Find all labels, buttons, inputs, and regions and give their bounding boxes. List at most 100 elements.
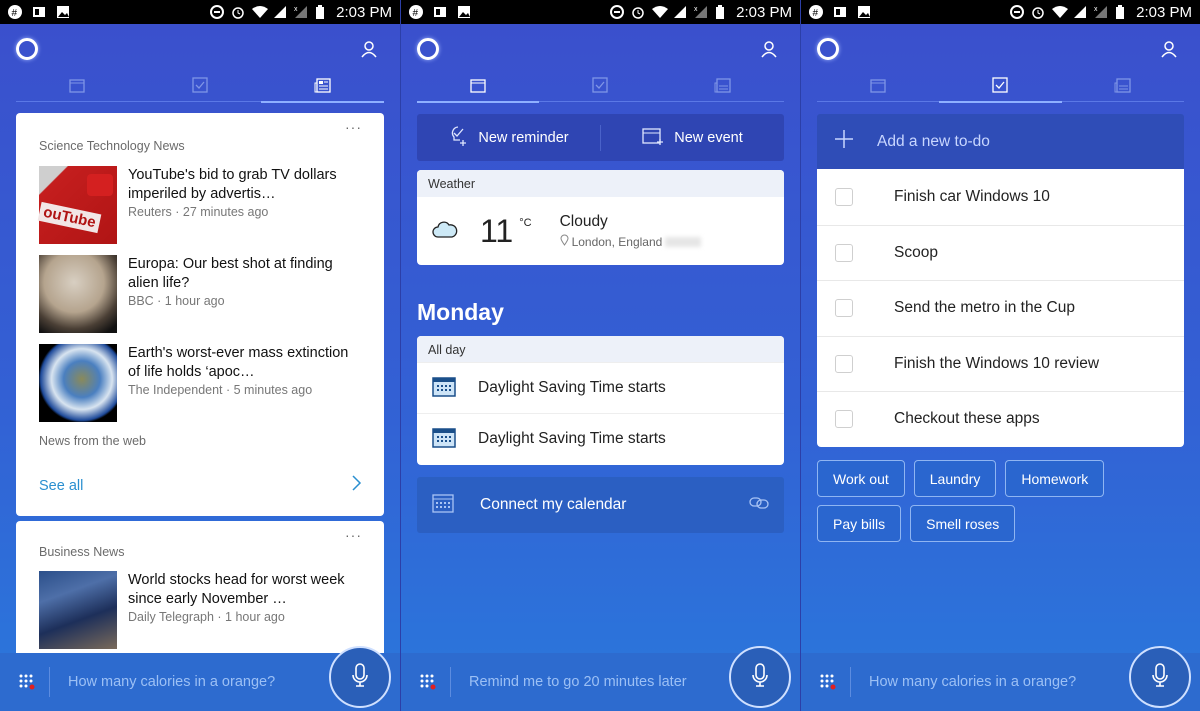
ask-input[interactable]: Remind me to go 20 minutes later (469, 674, 687, 690)
news-item[interactable]: World stocks head for worst week since e… (39, 571, 384, 649)
outlook-icon (433, 5, 447, 19)
mic-button[interactable] (1129, 646, 1191, 708)
tab-todo[interactable] (939, 74, 1062, 103)
no-signal-icon: x (1094, 5, 1108, 19)
calendar-icon (432, 493, 454, 518)
weather-location: London, England (571, 234, 663, 249)
chevron-right-icon[interactable] (352, 475, 362, 496)
add-todo-button[interactable]: Add a new to-do (817, 114, 1184, 169)
tab-news[interactable] (662, 74, 784, 101)
status-bar: # x 2:03 PM (801, 0, 1200, 24)
todo-item[interactable]: Send the metro in the Cup (817, 280, 1184, 336)
calendar-event-icon (432, 375, 456, 402)
news-card-business: ··· Business News World stocks head for … (16, 521, 384, 661)
panel-calendar: # x 2:03 PM New reminder New event Weath… (400, 0, 800, 711)
wifi-icon (1052, 5, 1069, 19)
mic-button[interactable] (329, 646, 391, 708)
suggestion-chip[interactable]: Homework (1005, 460, 1105, 497)
new-reminder-label: New reminder (478, 129, 569, 146)
news-title: Earth's worst-ever mass extinction of li… (128, 345, 349, 380)
see-all-row[interactable]: See all (39, 475, 362, 496)
todo-item[interactable]: Scoop (817, 224, 1184, 281)
dnd-icon (210, 5, 225, 19)
cortana-logo[interactable] (817, 38, 839, 60)
image-icon (56, 5, 70, 19)
all-day-header: All day (417, 336, 784, 362)
profile-icon[interactable] (360, 40, 378, 63)
todo-item[interactable]: Finish the Windows 10 review (817, 335, 1184, 392)
svg-text:x: x (694, 6, 698, 13)
temperature: 11 (480, 212, 514, 249)
tab-news[interactable] (261, 74, 384, 103)
news-meta: The Independent · 5 minutes ago (128, 383, 313, 397)
apps-grid-icon[interactable] (820, 674, 836, 690)
tab-calendar[interactable] (417, 74, 540, 103)
dnd-icon (1010, 5, 1025, 19)
connect-calendar-label: Connect my calendar (480, 496, 627, 513)
new-event-button[interactable]: New event (601, 126, 784, 150)
suggestion-chip[interactable]: Laundry (913, 460, 997, 497)
more-options-button[interactable]: ··· (345, 119, 362, 135)
news-meta: BBC · 1 hour ago (128, 294, 225, 308)
tab-todo[interactable] (139, 74, 262, 101)
status-bar: # x 2:03 PM (0, 0, 400, 24)
news-thumbnail (39, 344, 117, 422)
profile-icon[interactable] (1160, 40, 1178, 63)
tab-todo[interactable] (539, 74, 661, 101)
todo-checkbox[interactable] (835, 187, 853, 206)
alarm-icon (1031, 5, 1045, 19)
cortana-logo[interactable] (16, 38, 38, 60)
news-thumbnail: ouTube (37, 166, 117, 244)
new-reminder-button[interactable]: New reminder (417, 125, 600, 151)
todo-list: Finish car Windows 10 Scoop Send the met… (817, 169, 1184, 447)
see-all-link[interactable]: See all (39, 478, 83, 494)
microphone-icon (752, 662, 768, 692)
event-item[interactable]: Daylight Saving Time starts (417, 413, 784, 464)
todo-checkbox[interactable] (835, 243, 853, 262)
event-item[interactable]: Daylight Saving Time starts (417, 362, 784, 413)
news-item[interactable]: Earth's worst-ever mass extinction of li… (39, 344, 384, 422)
more-options-button[interactable]: ··· (345, 527, 362, 543)
event-title: Daylight Saving Time starts (478, 379, 666, 396)
news-item[interactable]: Europa: Our best shot at finding alien l… (39, 255, 384, 333)
cortana-logo[interactable] (417, 38, 439, 60)
apps-grid-icon[interactable] (19, 674, 35, 690)
tab-calendar[interactable] (817, 74, 939, 101)
ask-input[interactable]: How many calories in a orange? (869, 674, 1076, 690)
slack-icon: # (809, 5, 823, 19)
temperature-unit: °C (519, 217, 532, 229)
profile-icon[interactable] (760, 40, 778, 63)
signal-icon (273, 5, 287, 19)
tab-bar (16, 74, 384, 103)
connect-calendar-button[interactable]: Connect my calendar (417, 477, 784, 533)
news-item[interactable]: ouTube YouTube's bid to grab TV dollars … (37, 166, 384, 244)
suggestion-chip[interactable]: Pay bills (817, 505, 902, 542)
weather-card[interactable]: Weather 11 °C Cloudy London, England (417, 170, 784, 265)
todo-item[interactable]: Checkout these apps (817, 391, 1184, 447)
card-header: Business News (39, 545, 125, 559)
todo-checkbox[interactable] (835, 299, 853, 318)
news-thumbnail (39, 255, 117, 333)
divider (850, 667, 851, 697)
tab-news[interactable] (1062, 74, 1184, 101)
calendar-icon (470, 78, 486, 98)
todo-checkbox[interactable] (835, 354, 853, 373)
battery-icon (315, 5, 329, 19)
suggestion-chip[interactable]: Smell roses (910, 505, 1016, 542)
outlook-icon (32, 5, 46, 19)
todo-text: Finish the Windows 10 review (894, 354, 1100, 372)
todo-checkbox[interactable] (835, 410, 853, 429)
todo-text: Checkout these apps (894, 410, 1040, 428)
image-icon (457, 5, 471, 19)
mic-button[interactable] (729, 646, 791, 708)
microphone-icon (352, 662, 368, 692)
suggestion-chip[interactable]: Work out (817, 460, 905, 497)
apps-grid-icon[interactable] (420, 674, 436, 690)
weather-header: Weather (417, 170, 784, 197)
status-bar: # x 2:03 PM (401, 0, 800, 24)
ask-input[interactable]: How many calories in a orange? (68, 674, 275, 690)
wifi-icon (252, 5, 269, 19)
link-icon (749, 496, 769, 514)
tab-calendar[interactable] (16, 74, 139, 101)
todo-item[interactable]: Finish car Windows 10 (817, 169, 1184, 225)
